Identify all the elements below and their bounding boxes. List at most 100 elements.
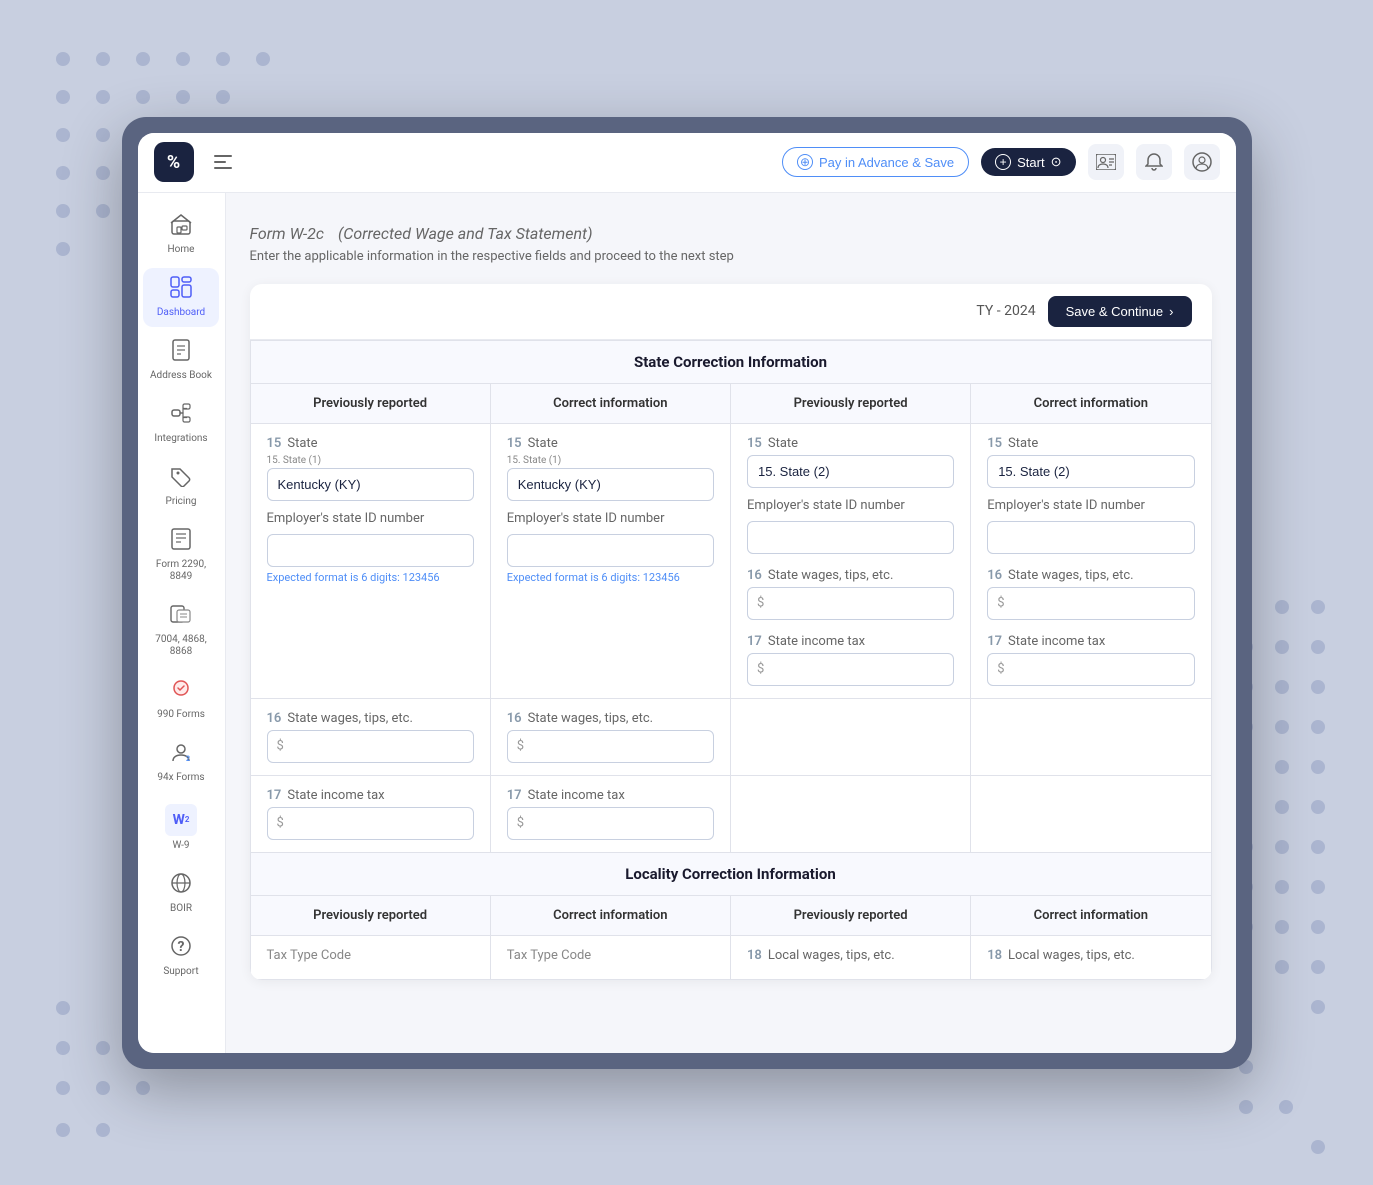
form-7004-icon bbox=[170, 603, 192, 630]
field17-num-2: 17 bbox=[987, 634, 1002, 649]
sidebar-support-label: Support bbox=[163, 966, 198, 978]
field15-dropdown4-select[interactable]: 15. State (2) Alabama (AL) Alaska (AK) bbox=[987, 455, 1194, 488]
employer-state-id-input-3[interactable] bbox=[747, 521, 954, 554]
field17-prev-reported-cell: 17 State income tax $ bbox=[250, 775, 490, 852]
locality-col-prev-reported-2: Previously reported bbox=[730, 895, 970, 935]
tax-type-correct-1: Tax Type Code bbox=[490, 935, 730, 979]
col-header-prev-reported-2: Previously reported bbox=[730, 383, 970, 423]
field15-num-2: 15 bbox=[507, 436, 522, 451]
field16-num-3: 16 bbox=[267, 711, 282, 726]
field16-name-1: State wages, tips, etc. bbox=[768, 568, 894, 583]
field15-state-row: 15 State 15. State (1) Kentucky (KY) Ala… bbox=[250, 423, 1211, 698]
employer-state-id-label-4: Employer's state ID number bbox=[987, 498, 1145, 513]
currency-symbol-7: $ bbox=[277, 816, 284, 831]
field18-name-2: Local wages, tips, etc. bbox=[1008, 948, 1135, 963]
currency-symbol-8: $ bbox=[517, 816, 524, 831]
sidebar-item-pricing[interactable]: Pricing bbox=[143, 457, 219, 516]
form-94x-icon: 2 bbox=[170, 741, 192, 768]
dashboard-icon bbox=[170, 276, 192, 303]
locality-fields-row: Tax Type Code Tax Type Code 18 Local wag… bbox=[250, 935, 1211, 979]
field15-dropdown3-select[interactable]: 15. State (2) Alabama (AL) Alaska (AK) bbox=[747, 455, 954, 488]
sidebar-item-w9[interactable]: W2 W-9 bbox=[143, 796, 219, 860]
sidebar-94x-label: 94x Forms bbox=[157, 772, 204, 784]
profile-card-icon[interactable] bbox=[1088, 144, 1124, 180]
field17-input-1[interactable] bbox=[747, 653, 954, 686]
employer-state-id-label-1: Employer's state ID number bbox=[267, 511, 425, 526]
form-card-header: TY - 2024 Save & Continue › bbox=[250, 284, 1212, 340]
field17-correct-info-cell: 17 State income tax $ bbox=[490, 775, 730, 852]
col-header-row: Previously reported Correct information … bbox=[250, 383, 1211, 423]
field15-name-2: State bbox=[528, 436, 558, 451]
empty-cell-4 bbox=[971, 775, 1211, 852]
form-990-icon bbox=[170, 678, 192, 705]
field18-num-1: 18 bbox=[747, 948, 762, 963]
currency-symbol-6: $ bbox=[517, 739, 524, 754]
sidebar-item-990[interactable]: 990 Forms bbox=[143, 670, 219, 729]
pay-advance-button[interactable]: ⊕ Pay in Advance & Save bbox=[782, 147, 969, 177]
svg-text:2: 2 bbox=[186, 755, 190, 763]
menu-icon[interactable] bbox=[214, 155, 232, 169]
field15-dropdown2-wrapper: 15. State (1) Kentucky (KY) Alabama (AL)… bbox=[507, 455, 714, 501]
field15-dropdown4-wrapper: 15. State (2) Alabama (AL) Alaska (AK) bbox=[987, 455, 1194, 488]
field15-dropdown1-select[interactable]: Kentucky (KY) Alabama (AL) Alaska (AK) bbox=[267, 468, 474, 501]
sidebar-item-form-2290[interactable]: Form 2290, 8849 bbox=[143, 520, 219, 591]
sidebar-w9-label: W-9 bbox=[173, 840, 190, 852]
field17-input-3[interactable] bbox=[267, 807, 474, 840]
employer-state-id-input-4[interactable] bbox=[987, 521, 1194, 554]
sidebar-home-label: Home bbox=[168, 244, 195, 256]
sidebar-item-7004[interactable]: 7004, 4868, 8868 bbox=[143, 595, 219, 666]
field15-correct-info-1-cell: 15 State 15. State (1) Kentucky (KY) Ala… bbox=[490, 423, 730, 698]
locality-correction-header-row: Locality Correction Information bbox=[250, 852, 1211, 895]
field18-name-1: Local wages, tips, etc. bbox=[768, 948, 895, 963]
field17-input-2[interactable] bbox=[987, 653, 1194, 686]
field16-input-2[interactable] bbox=[987, 587, 1194, 620]
field16-input-3[interactable] bbox=[267, 730, 474, 763]
sidebar-pricing-label: Pricing bbox=[166, 496, 197, 508]
employer-state-id-hint-1: Expected format is 6 digits: 123456 bbox=[267, 571, 474, 584]
field17-input-4[interactable] bbox=[507, 807, 714, 840]
field15-num-1: 15 bbox=[267, 436, 282, 451]
sidebar-item-94x[interactable]: 2 94x Forms bbox=[143, 733, 219, 792]
col-header-prev-reported-1: Previously reported bbox=[250, 383, 490, 423]
field15-correct-info-2-cell: 15 State 15. State (2) Alabama (AL) Alas… bbox=[971, 423, 1211, 698]
sidebar-item-home[interactable]: Home bbox=[143, 205, 219, 264]
employer-state-id-input-1[interactable] bbox=[267, 534, 474, 567]
field17-name-2: State income tax bbox=[1008, 634, 1105, 649]
w9-icon: W2 bbox=[165, 804, 197, 836]
sidebar-item-dashboard[interactable]: Dashboard bbox=[143, 268, 219, 327]
field15-num-4: 15 bbox=[987, 436, 1002, 451]
field16-name-3: State wages, tips, etc. bbox=[287, 711, 413, 726]
currency-symbol-3: $ bbox=[997, 596, 1004, 611]
sidebar-item-address-book[interactable]: Address Book bbox=[143, 331, 219, 390]
sidebar-item-boir[interactable]: BOIR bbox=[143, 864, 219, 923]
empty-cell-1 bbox=[730, 698, 970, 775]
field16-prev-reported-cell: 16 State wages, tips, etc. $ bbox=[250, 698, 490, 775]
locality-col-correct-info-1: Correct information bbox=[490, 895, 730, 935]
start-button[interactable]: + Start ⊙ bbox=[981, 148, 1075, 176]
notification-bell-icon[interactable] bbox=[1136, 144, 1172, 180]
field16-input-1[interactable] bbox=[747, 587, 954, 620]
sidebar-item-support[interactable]: ? Support bbox=[143, 927, 219, 986]
currency-symbol-5: $ bbox=[277, 739, 284, 754]
save-continue-label: Save & Continue bbox=[1066, 304, 1164, 319]
support-icon: ? bbox=[170, 935, 192, 962]
field16-input-4[interactable] bbox=[507, 730, 714, 763]
integrations-icon bbox=[170, 402, 192, 429]
field17-num-4: 17 bbox=[507, 788, 522, 803]
field15-dropdown2-label: 15. State (1) bbox=[507, 455, 714, 466]
field18-prev-cell: 18 Local wages, tips, etc. bbox=[730, 935, 970, 979]
field15-dropdown2-select[interactable]: Kentucky (KY) Alabama (AL) Alaska (AK) bbox=[507, 468, 714, 501]
user-avatar-icon[interactable] bbox=[1184, 144, 1220, 180]
sidebar-item-integrations[interactable]: Integrations bbox=[143, 394, 219, 453]
field16-correct-info-cell: 16 State wages, tips, etc. $ bbox=[490, 698, 730, 775]
employer-state-id-input-2[interactable] bbox=[507, 534, 714, 567]
save-continue-button[interactable]: Save & Continue › bbox=[1048, 296, 1192, 327]
currency-symbol-4: $ bbox=[997, 662, 1004, 677]
content-area: Form W-2c (Corrected Wage and Tax Statem… bbox=[226, 193, 1236, 1053]
field15-dropdown1-label: 15. State (1) bbox=[267, 455, 474, 466]
employer-state-id-hint-2: Expected format is 6 digits: 123456 bbox=[507, 571, 714, 584]
field18-correct-cell: 18 Local wages, tips, etc. bbox=[971, 935, 1211, 979]
field17-row: 17 State income tax $ 17 bbox=[250, 775, 1211, 852]
sidebar: Home Dashboard Address Book bbox=[138, 193, 226, 1053]
field16-num-2: 16 bbox=[987, 568, 1002, 583]
